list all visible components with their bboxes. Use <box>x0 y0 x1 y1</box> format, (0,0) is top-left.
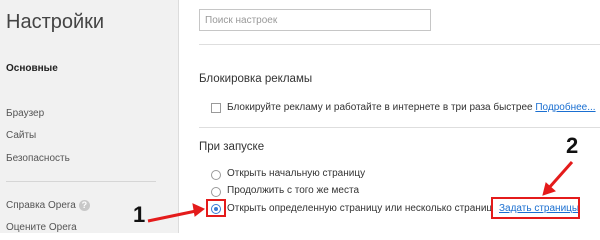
annotation-arrows <box>147 161 574 223</box>
arrow-2 <box>542 161 574 196</box>
arrow-1 <box>147 203 205 223</box>
